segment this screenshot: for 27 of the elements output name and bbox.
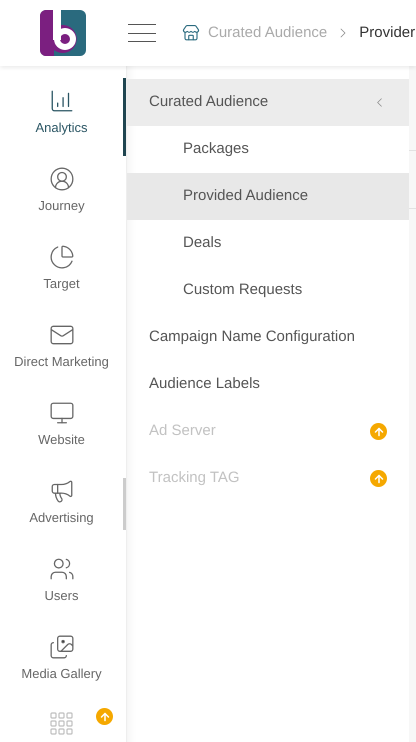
scrollbar-thumb[interactable] [123, 478, 126, 530]
sidebar-item[interactable]: Media Gallery [0, 624, 126, 702]
sidebar-item[interactable]: Advertising [0, 468, 126, 546]
app-logo[interactable] [40, 10, 86, 56]
menu-item[interactable]: Curated Audience [127, 79, 409, 126]
submenu-item[interactable]: Custom Requests [127, 267, 409, 314]
sidebar-item[interactable]: Target [0, 234, 126, 312]
megaphone-icon [48, 478, 74, 504]
submenu-item[interactable]: Deals [127, 220, 409, 267]
apps-grid-icon[interactable] [50, 712, 74, 736]
menu-button[interactable] [128, 24, 156, 42]
sidebar-item[interactable]: Direct Marketing [0, 312, 126, 390]
menu-item[interactable]: Campaign Name Configuration [127, 314, 409, 361]
monitor-icon [48, 400, 74, 426]
pie-chart-icon [48, 244, 74, 270]
menu-item[interactable]: Audience Labels [127, 361, 409, 408]
submenu-item[interactable]: Provided Audience [127, 173, 409, 220]
sidebar-item[interactable]: Users [0, 546, 126, 624]
submenu-item[interactable]: Packages [127, 126, 409, 173]
images-icon [48, 634, 74, 660]
users-icon [48, 556, 74, 582]
store-icon [182, 24, 200, 42]
bar-chart-icon [48, 88, 74, 114]
sidebar-item[interactable]: Journey [0, 156, 126, 234]
breadcrumb-item: Provider [359, 22, 416, 43]
user-circle-icon [48, 166, 74, 192]
sidebar-item[interactable]: Website [0, 390, 126, 468]
